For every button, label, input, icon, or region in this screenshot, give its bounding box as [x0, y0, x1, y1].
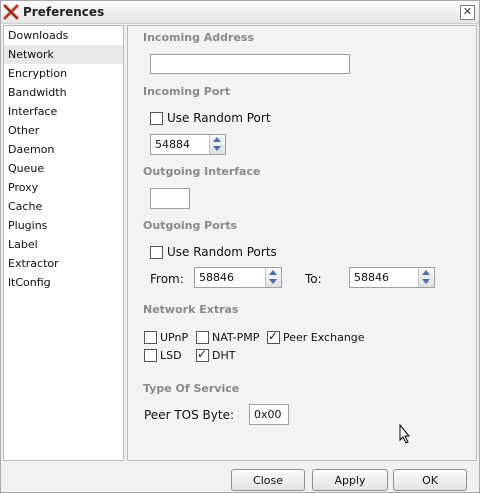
peer-exchange-label: Peer Exchange: [283, 331, 365, 344]
to-port-value: 58846: [354, 271, 389, 284]
spin-up-icon[interactable]: [213, 137, 221, 142]
sidebar-item-interface[interactable]: Interface: [4, 102, 123, 121]
upnp-label: UPnP: [160, 331, 189, 344]
spin-up-icon[interactable]: [269, 270, 277, 275]
sidebar-item-network[interactable]: Network: [4, 45, 123, 64]
mouse-pointer-icon: [399, 424, 411, 444]
outgoing-ports-heading: Outgoing Ports: [143, 219, 238, 232]
sidebar-item-encryption[interactable]: Encryption: [4, 64, 123, 83]
sidebar-item-plugins[interactable]: Plugins: [4, 216, 123, 235]
apply-button[interactable]: Apply: [312, 469, 388, 491]
lsd-label: LSD: [160, 349, 182, 362]
ok-button[interactable]: OK: [393, 469, 467, 491]
to-port-stepper[interactable]: 58846: [349, 267, 435, 288]
incoming-port-spin-buttons[interactable]: [209, 135, 225, 154]
preferences-window: Preferences ✕ Downloads Network Encrypti…: [0, 0, 480, 493]
incoming-port-heading: Incoming Port: [143, 85, 231, 98]
dht-checkbox[interactable]: [196, 347, 209, 362]
spin-down-icon[interactable]: [269, 279, 277, 284]
outgoing-interface-input[interactable]: [150, 188, 190, 209]
use-random-port-label: Use Random Port: [167, 111, 271, 125]
use-random-ports-checkbox[interactable]: [150, 246, 163, 259]
upnp-checkbox[interactable]: [144, 331, 157, 344]
incoming-address-heading: Incoming Address: [143, 31, 255, 44]
to-port-label: To:: [305, 272, 322, 286]
sidebar-item-ltconfig[interactable]: ltConfig: [4, 273, 123, 292]
spin-down-icon[interactable]: [422, 279, 430, 284]
from-port-value: 58846: [199, 271, 234, 284]
category-list[interactable]: Downloads Network Encryption Bandwidth I…: [3, 25, 124, 461]
sidebar-item-downloads[interactable]: Downloads: [4, 26, 123, 45]
spin-up-icon[interactable]: [422, 270, 430, 275]
natpmp-checkbox[interactable]: [196, 331, 209, 344]
sidebar-item-extractor[interactable]: Extractor: [4, 254, 123, 273]
use-random-port-checkbox[interactable]: [150, 112, 163, 125]
from-port-label: From:: [150, 272, 184, 286]
network-settings-panel: Incoming Address Incoming Port Use Rando…: [127, 25, 477, 461]
sidebar-item-proxy[interactable]: Proxy: [4, 178, 123, 197]
to-port-spin-buttons[interactable]: [418, 268, 434, 287]
lsd-checkbox[interactable]: [144, 349, 157, 362]
sidebar-item-daemon[interactable]: Daemon: [4, 140, 123, 159]
peer-exchange-checkbox[interactable]: [267, 329, 280, 344]
app-icon: [3, 4, 19, 20]
incoming-port-stepper[interactable]: 54884: [150, 134, 226, 155]
peer-tos-value: 0x00: [254, 408, 282, 421]
sidebar-item-label[interactable]: Label: [4, 235, 123, 254]
close-icon[interactable]: ✕: [460, 5, 475, 20]
title-bar: Preferences ✕: [1, 1, 479, 24]
window-title: Preferences: [23, 5, 105, 19]
spin-down-icon[interactable]: [213, 146, 221, 151]
sidebar-item-queue[interactable]: Queue: [4, 159, 123, 178]
sidebar-item-cache[interactable]: Cache: [4, 197, 123, 216]
network-extras-heading: Network Extras: [143, 303, 239, 316]
peer-tos-input[interactable]: 0x00: [249, 404, 289, 425]
type-of-service-heading: Type Of Service: [143, 382, 240, 395]
from-port-spin-buttons[interactable]: [265, 268, 281, 287]
incoming-address-input[interactable]: [150, 54, 350, 74]
outgoing-interface-heading: Outgoing Interface: [143, 165, 261, 178]
sidebar-item-bandwidth[interactable]: Bandwidth: [4, 83, 123, 102]
from-port-stepper[interactable]: 58846: [194, 267, 282, 288]
dht-label: DHT: [212, 349, 236, 362]
incoming-port-value: 54884: [155, 138, 190, 151]
use-random-ports-label: Use Random Ports: [167, 245, 277, 259]
sidebar-item-other[interactable]: Other: [4, 121, 123, 140]
peer-tos-label: Peer TOS Byte:: [144, 408, 234, 422]
natpmp-label: NAT-PMP: [212, 331, 260, 344]
close-button[interactable]: Close: [231, 469, 305, 491]
